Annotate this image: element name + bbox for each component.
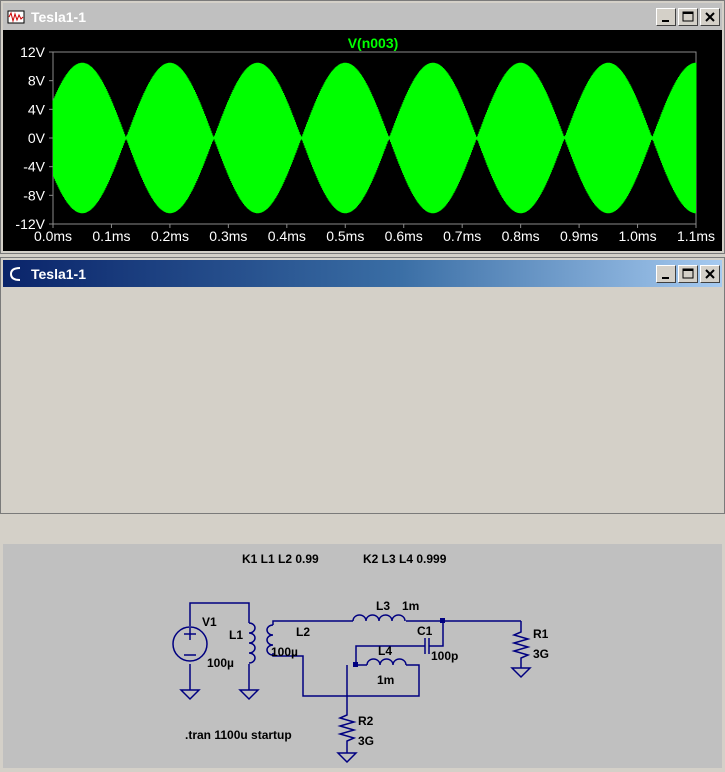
wire-v1-top[interactable] — [189, 602, 250, 626]
junction-dot — [440, 618, 445, 623]
l4-value: 1m — [377, 673, 394, 687]
x-tick-label: 1.1ms — [677, 228, 715, 244]
ground-icon[interactable] — [238, 689, 260, 701]
waveform-app-icon — [7, 10, 25, 23]
l4-inductor[interactable] — [366, 658, 407, 666]
ground-icon[interactable] — [510, 667, 532, 679]
l3-inductor[interactable] — [352, 614, 406, 622]
x-tick-label: 0.1ms — [92, 228, 130, 244]
directive-tran[interactable]: .tran 1100u startup — [185, 728, 292, 742]
minimize-button[interactable] — [656, 7, 676, 26]
junction-dot — [353, 662, 358, 667]
schematic-titlebar[interactable]: Tesla1-1 — [3, 260, 722, 287]
l2-label: L2 — [296, 625, 310, 639]
waveform-title: Tesla1-1 — [31, 8, 86, 25]
x-tick-label: 0.9ms — [560, 228, 598, 244]
l1-value: 100µ — [207, 656, 234, 670]
maximize-button[interactable] — [678, 7, 698, 26]
schematic-canvas[interactable]: K1 L1 L2 0.99 K2 L3 L4 0.999 .tran 1100u… — [3, 544, 722, 768]
trace-label: V(n003) — [348, 35, 399, 51]
v1-label: V1 — [202, 615, 217, 629]
minimize-icon — [662, 19, 669, 22]
y-tick-label: -4V — [23, 159, 45, 175]
l1-label: L1 — [229, 628, 243, 642]
minimize-icon — [662, 276, 669, 279]
schematic-minimize-button[interactable] — [656, 264, 676, 283]
x-tick-label: 0.0ms — [34, 228, 72, 244]
x-tick-label: 0.5ms — [326, 228, 364, 244]
r1-resistor[interactable] — [511, 630, 531, 663]
schematic-maximize-button[interactable] — [678, 264, 698, 283]
directive-k1[interactable]: K1 L1 L2 0.99 — [242, 552, 319, 566]
ground-icon[interactable] — [336, 752, 358, 764]
r1-value: 3G — [533, 647, 549, 661]
l2-value: 100µ — [271, 645, 298, 659]
x-tick-label: 1.0ms — [618, 228, 656, 244]
y-tick-label: 8V — [28, 73, 46, 89]
wire-l2-top[interactable] — [272, 620, 353, 625]
r2-value: 3G — [358, 734, 374, 748]
r2-label: R2 — [358, 714, 374, 728]
r1-label: R1 — [533, 627, 549, 641]
ground-icon[interactable] — [179, 689, 201, 701]
x-tick-label: 0.6ms — [385, 228, 423, 244]
waveform-window: Tesla1-1 V(n003) 12V 8V 4V 0V -4V -8V -12V 0.0… — [0, 0, 725, 254]
schematic-drawing[interactable]: K1 L1 L2 0.99 K2 L3 L4 0.999 .tran 1100u… — [3, 544, 722, 768]
maximize-icon — [682, 11, 694, 21]
maximize-icon — [682, 268, 694, 278]
waveform-titlebar[interactable]: Tesla1-1 — [3, 3, 722, 30]
schematic-window: Tesla1-1 K1 L1 L2 0.99 K2 L3 L4 0.999 .t… — [0, 257, 725, 768]
waveform-plot-area[interactable]: V(n003) 12V 8V 4V 0V -4V -8V -12V 0.0ms 0.1ms 0.… — [3, 30, 722, 251]
v1-source[interactable] — [172, 626, 208, 662]
y-tick-label: 12V — [20, 44, 46, 60]
x-tick-label: 0.4ms — [268, 228, 306, 244]
l4-label: L4 — [378, 644, 392, 658]
trace-v-n003[interactable] — [52, 62, 697, 214]
l3-label: L3 — [376, 599, 390, 613]
x-tick-label: 0.2ms — [151, 228, 189, 244]
y-tick-label: 4V — [28, 101, 46, 117]
c1-label: C1 — [417, 624, 433, 638]
y-tick-label: 0V — [28, 130, 46, 146]
l3-value: 1m — [402, 599, 419, 613]
y-tick-label: -8V — [23, 187, 45, 203]
x-tick-label: 0.7ms — [443, 228, 481, 244]
schematic-title: Tesla1-1 — [31, 265, 86, 282]
x-tick-label: 0.3ms — [209, 228, 247, 244]
c1-value: 100p — [431, 649, 458, 663]
close-icon — [705, 11, 715, 22]
directive-k2[interactable]: K2 L3 L4 0.999 — [363, 552, 447, 566]
close-button[interactable] — [700, 7, 720, 26]
schematic-close-button[interactable] — [700, 264, 720, 283]
l1-inductor[interactable] — [248, 618, 256, 664]
waveform-plot[interactable]: V(n003) 12V8V4V0V-4V-8V-12V 0.0ms 0.1ms 0.… — [3, 30, 722, 251]
r2-resistor[interactable] — [337, 713, 357, 746]
y-axis: 12V8V4V0V-4V-8V-12V — [15, 44, 53, 232]
wire-c1-top[interactable] — [435, 621, 444, 647]
schematic-app-icon — [9, 266, 21, 281]
close-icon — [705, 268, 715, 279]
x-axis: 0.0ms 0.1ms 0.2ms 0.3ms 0.4ms 0.5ms 0.6ms 0.7ms… — [34, 224, 715, 244]
x-tick-label: 0.8ms — [502, 228, 540, 244]
